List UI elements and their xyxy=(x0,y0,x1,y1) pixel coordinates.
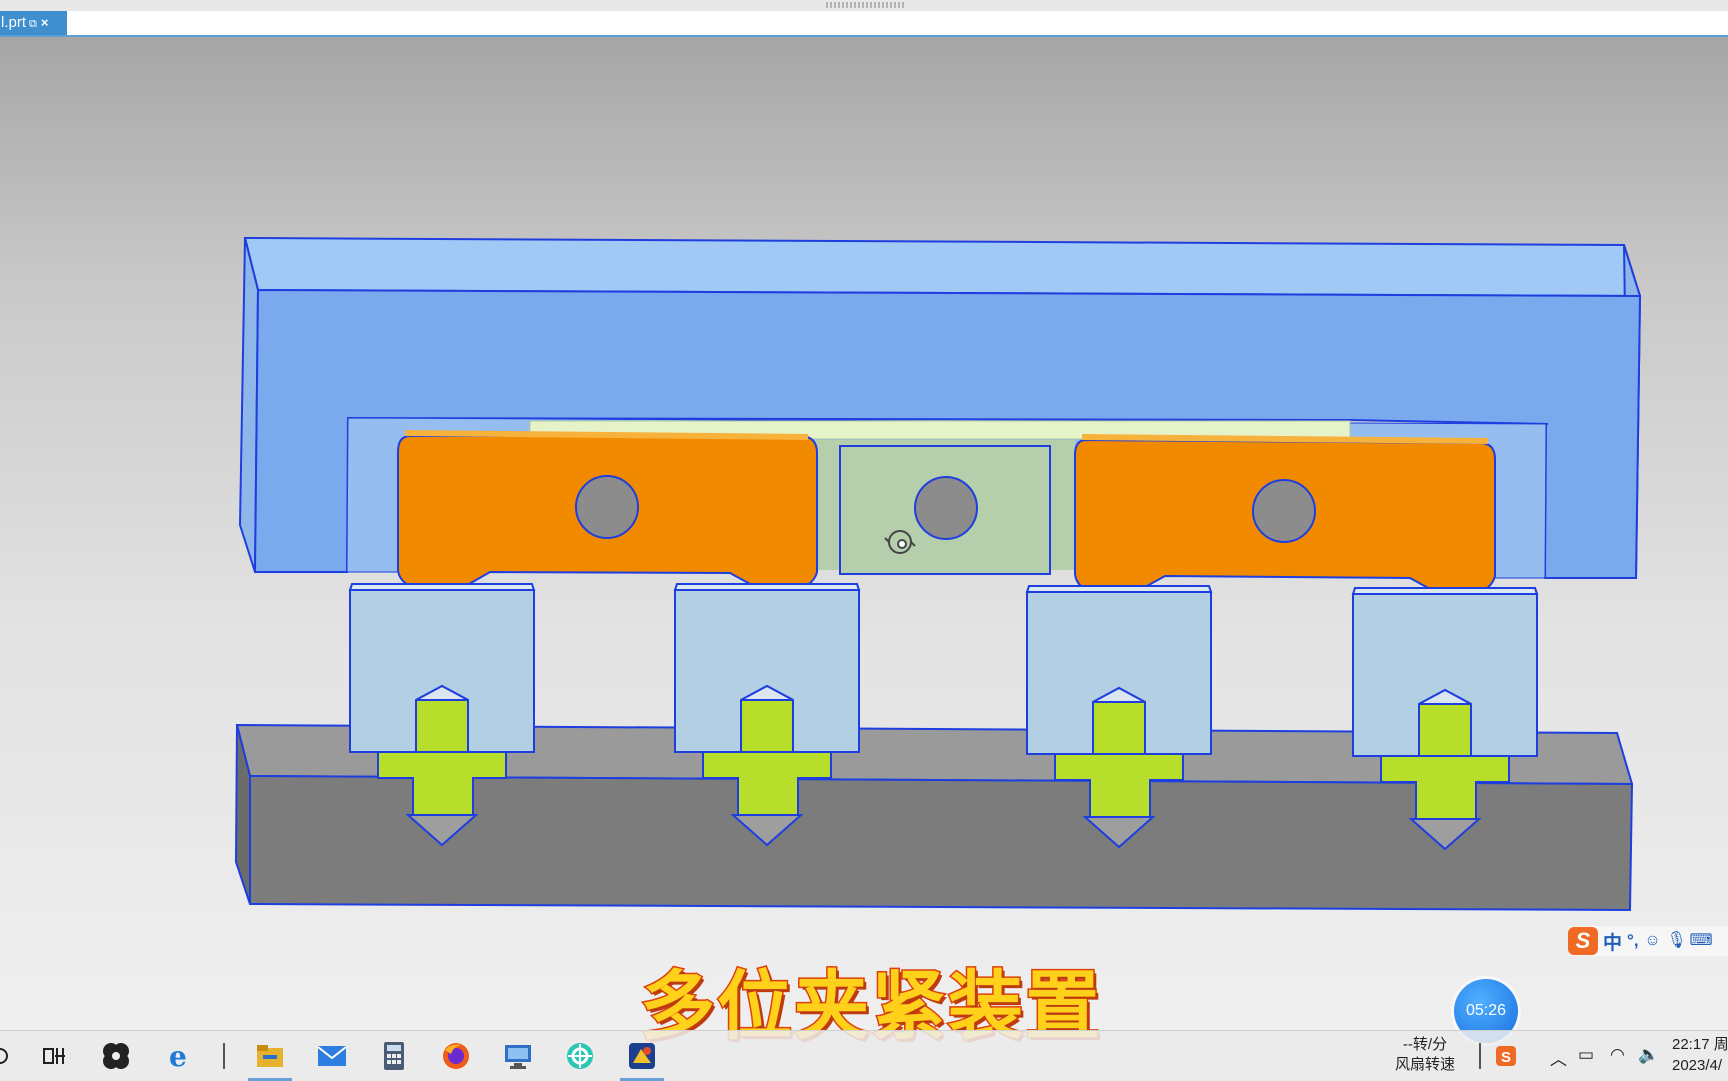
mail-icon[interactable] xyxy=(314,1038,350,1074)
file-explorer-icon[interactable] xyxy=(248,1038,292,1081)
clamp-fixture-model xyxy=(234,236,1642,912)
search-icon[interactable] xyxy=(0,1038,18,1074)
fan-speed-value: --转/分 xyxy=(1402,1036,1448,1053)
smile-icon[interactable]: ☺ xyxy=(1644,932,1662,950)
microphone-icon[interactable]: 🎙 xyxy=(1667,932,1687,950)
ime-punctuation-toggle[interactable]: °, xyxy=(1627,931,1639,951)
volume-icon[interactable]: 🔈 xyxy=(1638,1045,1659,1065)
sogou-logo-icon[interactable]: S xyxy=(1568,927,1598,955)
pinwheel-app-icon[interactable] xyxy=(98,1038,134,1074)
clamp-arm-left xyxy=(397,430,818,597)
document-tab-bar: l.prt ⧉ × xyxy=(0,11,1728,37)
ime-language-toggle[interactable]: 中 xyxy=(1603,928,1622,955)
network-tool-icon[interactable] xyxy=(562,1038,598,1074)
calculator-icon[interactable] xyxy=(376,1038,412,1074)
battery-icon[interactable]: ▭ xyxy=(1578,1045,1594,1065)
clock-date: 2023/4/ xyxy=(1672,1057,1723,1074)
window-titlebar xyxy=(0,0,1728,11)
taskbar-divider xyxy=(223,1043,225,1069)
tab-label: l.prt xyxy=(1,14,27,31)
close-icon[interactable]: × xyxy=(41,15,49,30)
system-clock[interactable]: 22:17 周 2023/4/ xyxy=(1672,1034,1728,1076)
tray-divider xyxy=(1479,1043,1481,1069)
clock-time: 22:17 周 xyxy=(1672,1036,1728,1053)
ime-toolbar[interactable]: S 中 °, ☺ 🎙 ⌨ xyxy=(1568,926,1728,956)
svg-text:e: e xyxy=(169,1041,187,1071)
internet-explorer-icon[interactable]: e xyxy=(162,1038,198,1074)
sogou-tray-icon[interactable]: S xyxy=(1488,1038,1524,1074)
pin-icon[interactable]: ⧉ xyxy=(29,18,37,30)
firefox-icon[interactable] xyxy=(438,1038,474,1074)
keyboard-icon[interactable]: ⌨ xyxy=(1690,932,1713,950)
chevron-up-icon[interactable]: ︿ xyxy=(1550,1045,1567,1070)
graphics-viewport[interactable]: S 中 °, ☺ 🎙 ⌨ xyxy=(0,37,1728,1030)
svg-text:S: S xyxy=(1501,1049,1511,1066)
taskbar: e --转/分 风扇转速 S ︿ ▭ ◠ 🔈 22:17 周 2023/4/ xyxy=(0,1030,1728,1081)
tab-part-file[interactable]: l.prt ⧉ × xyxy=(0,11,67,35)
fan-speed-label: 风扇转速 xyxy=(1394,1056,1455,1073)
nx-app-icon[interactable] xyxy=(620,1038,664,1081)
task-view-icon[interactable] xyxy=(36,1038,72,1074)
fan-speed-widget[interactable]: --转/分 风扇转速 xyxy=(1385,1035,1465,1075)
drag-grip[interactable] xyxy=(826,2,904,8)
remote-desktop-icon[interactable] xyxy=(500,1038,536,1074)
wifi-icon[interactable]: ◠ xyxy=(1610,1045,1625,1065)
clamp-arm-right xyxy=(1074,434,1496,602)
